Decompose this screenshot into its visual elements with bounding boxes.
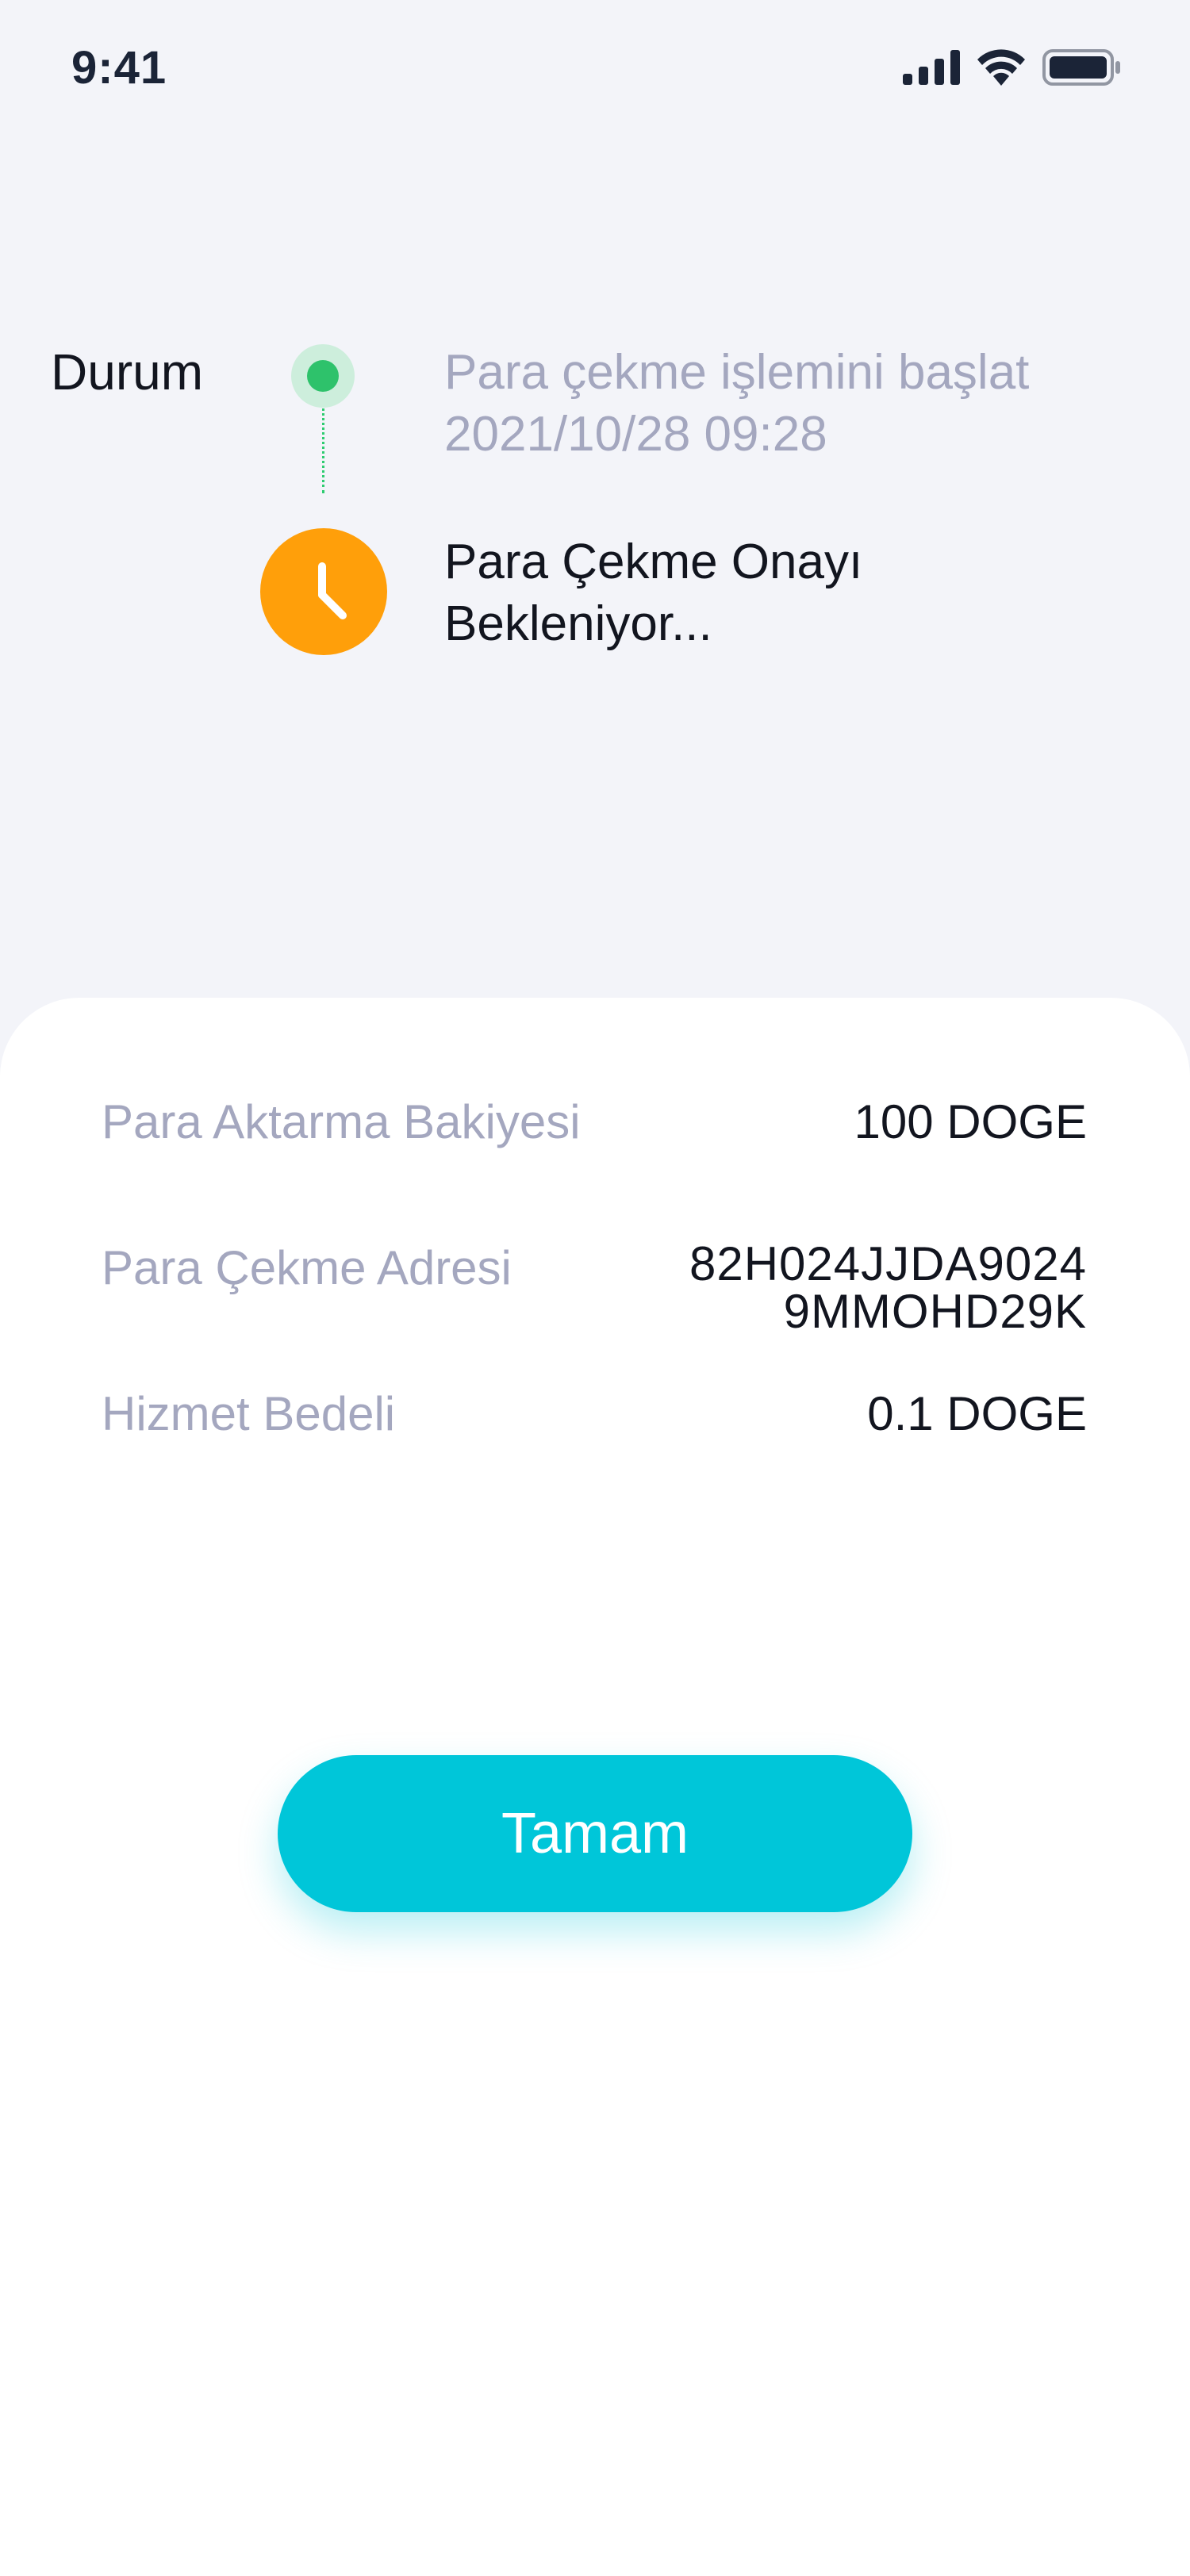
step-timestamp: 2021/10/28 09:28 (444, 407, 827, 462)
clock-icon (260, 528, 387, 655)
status-time: 9:41 (71, 42, 167, 94)
status-bar: 9:41 (0, 0, 1190, 143)
wifi-icon (977, 49, 1025, 86)
status-label: Durum (51, 343, 204, 401)
status-icons (903, 49, 1122, 86)
address-line-2: 9MMOHD29K (783, 1285, 1087, 1338)
detail-value-address: 82H024JJDA9024 9MMOHD29K (689, 1240, 1087, 1336)
detail-label-fee: Hizmet Bedeli (102, 1387, 396, 1440)
address-line-1: 82H024JJDA9024 (689, 1237, 1087, 1290)
battery-icon (1042, 49, 1120, 86)
detail-value-fee: 0.1 DOGE (867, 1387, 1087, 1440)
detail-label-address: Para Çekme Adresi (102, 1241, 512, 1294)
step-title-pending: Para Çekme Onayı Bekleniyor... (444, 535, 863, 651)
step-complete-icon (291, 344, 355, 408)
detail-label-balance: Para Aktarma Bakiyesi (102, 1095, 581, 1148)
cellular-signal-icon (903, 50, 960, 85)
step-title-started: Para çekme işlemini başlat (444, 345, 1030, 400)
ok-button[interactable]: Tamam (278, 1755, 912, 1912)
status-timeline: Durum Para çekme işlemini başlat 2021/10… (0, 301, 1190, 714)
detail-value-balance: 100 DOGE (854, 1095, 1087, 1148)
